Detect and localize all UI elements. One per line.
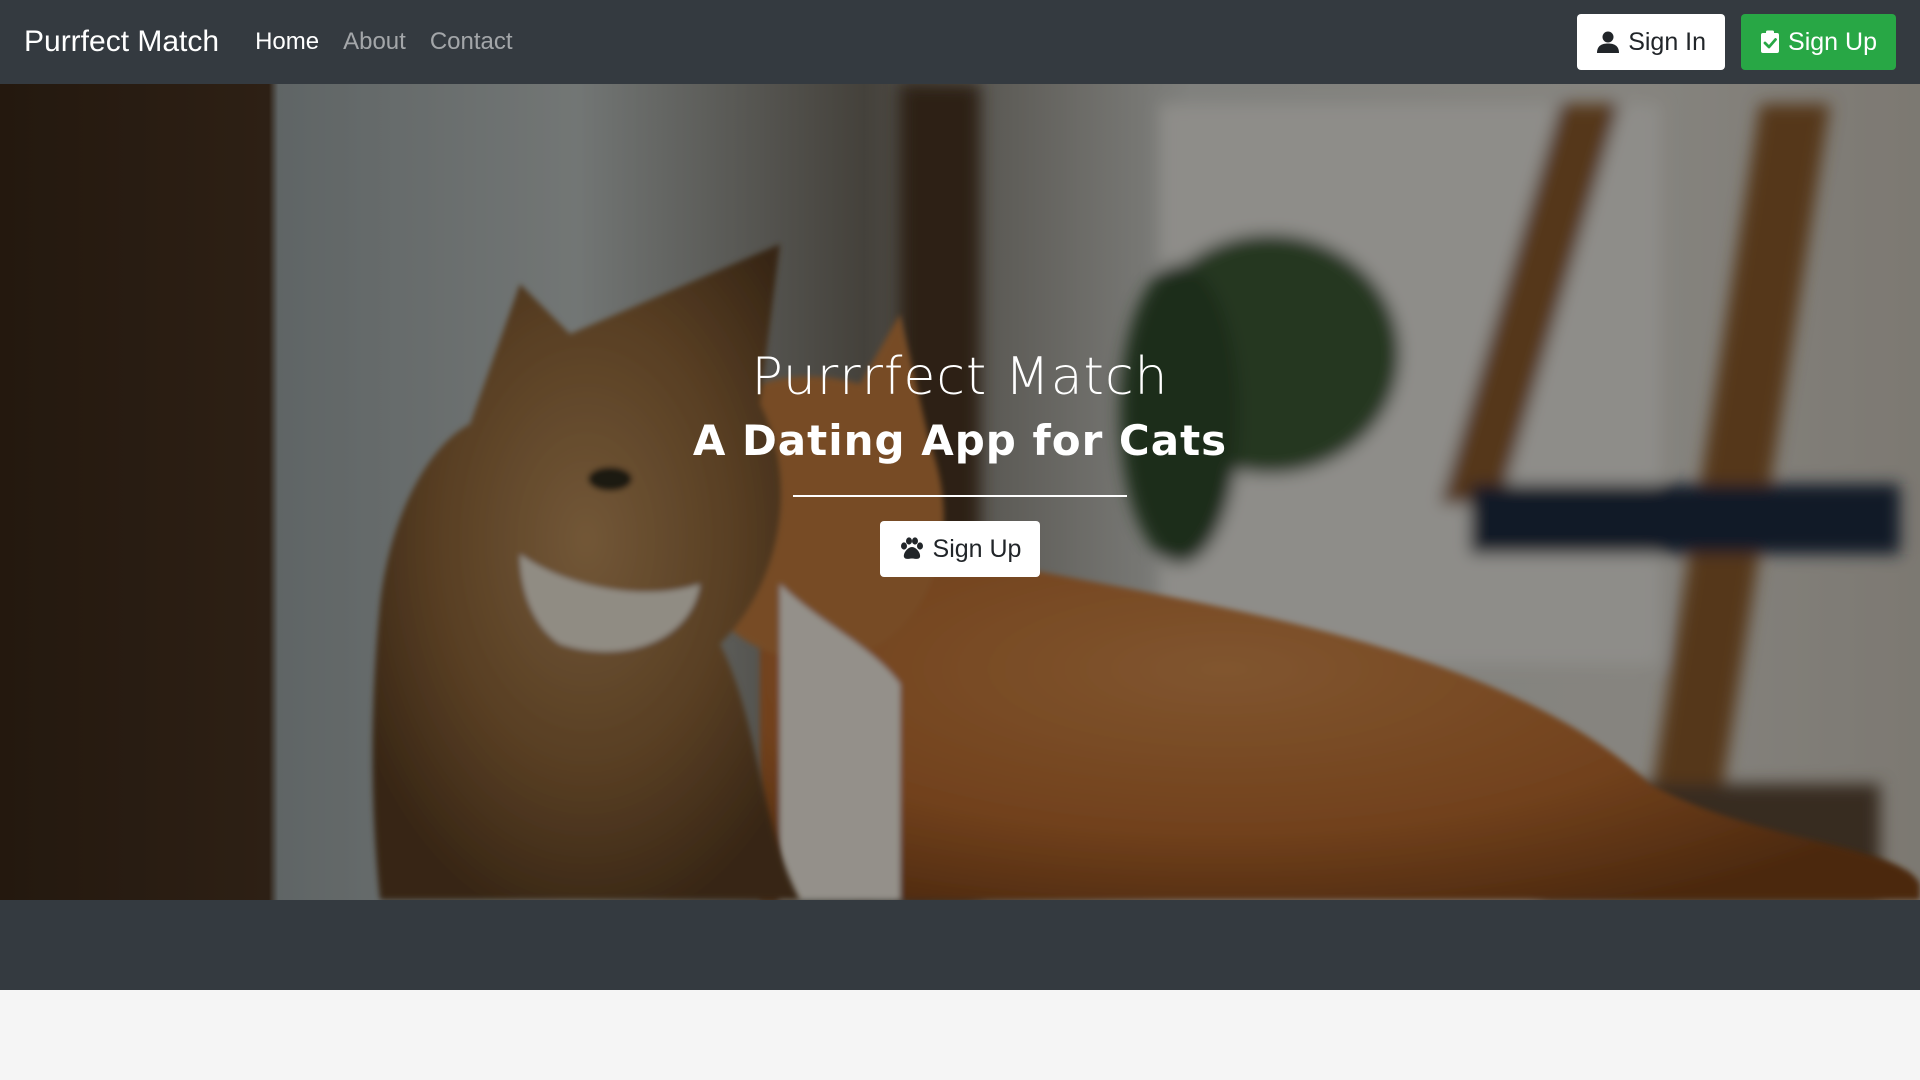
nav-link-contact[interactable]: Contact	[430, 28, 513, 56]
hero-subtitle: A Dating App for Cats	[692, 416, 1228, 466]
sign-in-button[interactable]: Sign In	[1577, 14, 1726, 70]
hero-section: Purrrfect Match A Dating App for Cats Si…	[0, 84, 1920, 900]
nav-links: Home About Contact	[255, 28, 512, 56]
nav-link-home[interactable]: Home	[255, 28, 319, 56]
hero-title: Purrrfect Match	[751, 347, 1169, 407]
hero-sign-up-button[interactable]: Sign Up	[879, 521, 1041, 578]
sign-up-button[interactable]: Sign Up	[1741, 14, 1896, 70]
hero-sign-up-label: Sign Up	[932, 534, 1022, 563]
page-bottom-area	[0, 990, 1920, 1080]
hero-content: Purrrfect Match A Dating App for Cats Si…	[0, 346, 1920, 578]
nav-actions: Sign In Sign Up	[1577, 14, 1896, 70]
top-navbar: Purrfect Match Home About Contact Sign I…	[0, 0, 1920, 84]
user-icon	[1597, 31, 1620, 53]
nav-link-about[interactable]: About	[343, 28, 406, 56]
dark-band	[0, 900, 1920, 990]
clipboard-check-icon	[1761, 30, 1780, 53]
brand-logo[interactable]: Purrfect Match	[24, 25, 219, 59]
paw-icon	[900, 537, 923, 560]
sign-in-label: Sign In	[1628, 27, 1707, 56]
hero-divider	[793, 495, 1127, 498]
sign-up-label: Sign Up	[1788, 27, 1877, 56]
